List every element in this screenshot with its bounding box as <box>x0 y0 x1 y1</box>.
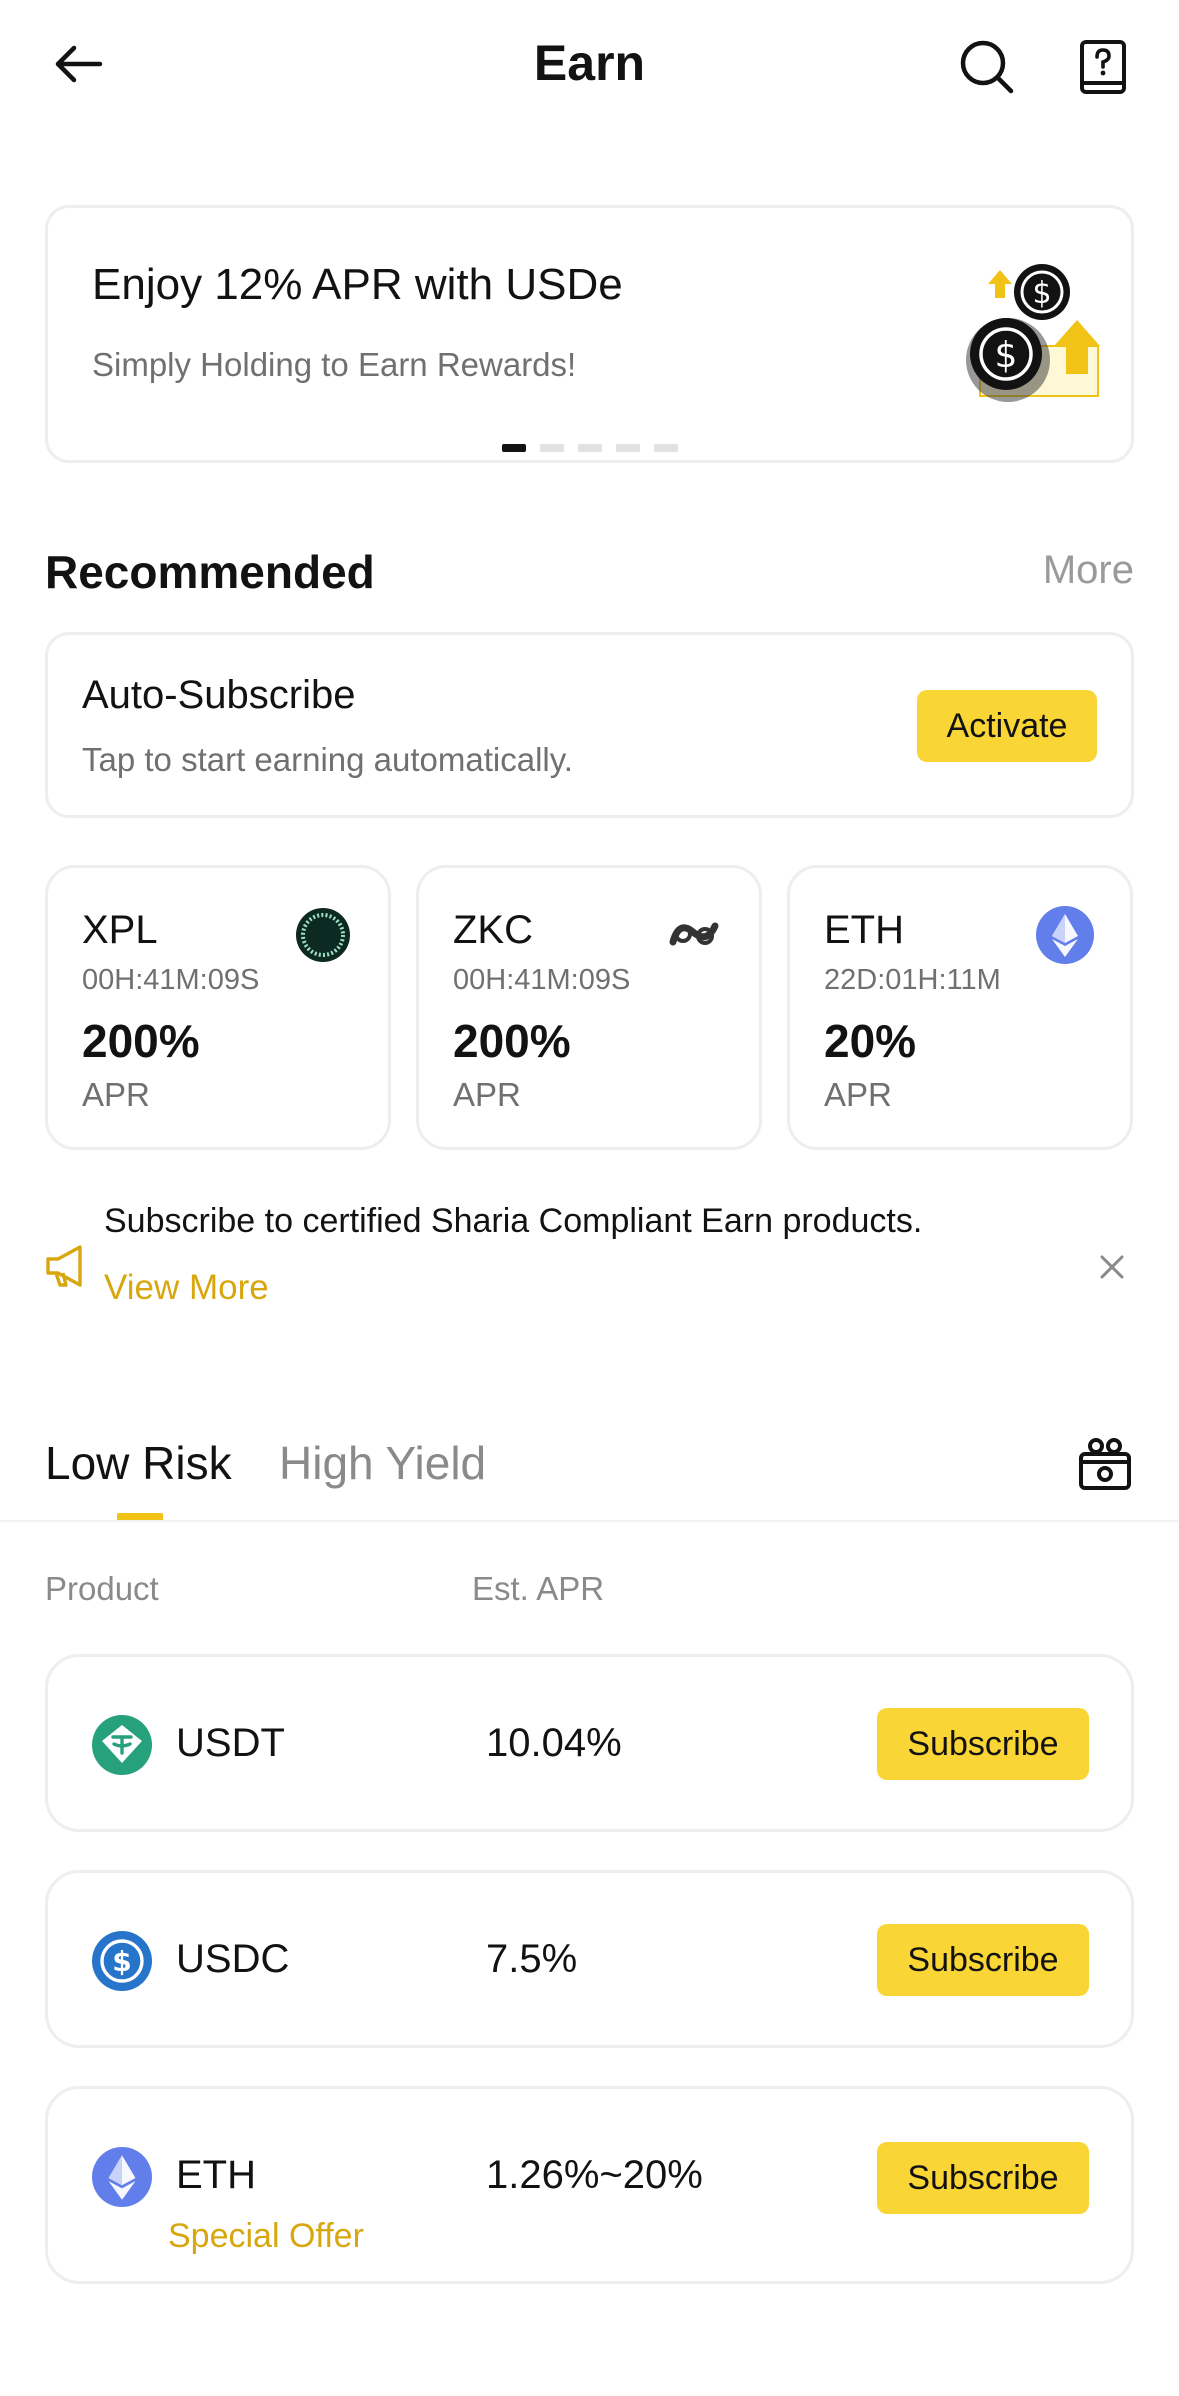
tab-high-yield[interactable]: High Yield <box>279 1436 486 1490</box>
coin-apr-label: APR <box>453 1076 521 1113</box>
search-icon <box>960 40 1014 94</box>
usdc-icon: $ <box>92 1931 152 1991</box>
coin-apr-label: APR <box>824 1076 892 1113</box>
coin-timer: 00H:41M:09S <box>453 964 631 996</box>
zkc-icon <box>669 922 719 946</box>
column-header-product: Product <box>45 1570 159 1607</box>
pagination-dot-3[interactable] <box>577 444 602 452</box>
view-more-link[interactable]: View More <box>104 1268 269 1308</box>
close-icon[interactable] <box>1092 1247 1132 1287</box>
help-button[interactable] <box>1068 32 1138 102</box>
coin-timer: 00H:41M:09S <box>82 964 260 996</box>
product-apr: 1.26%~20% <box>486 2153 703 2197</box>
auto-subscribe-card[interactable]: Auto-Subscribe Tap to start earning auto… <box>45 632 1134 818</box>
coin-apr: 20% <box>824 1015 917 1067</box>
pagination-dot-5[interactable] <box>653 444 678 452</box>
svg-text:$: $ <box>995 335 1018 376</box>
coin-apr: 200% <box>82 1015 200 1067</box>
usdt-icon <box>92 1715 152 1775</box>
coin-card-xpl[interactable]: XPL 00H:41M:09S 200% APR <box>45 865 391 1150</box>
column-header-apr: Est. APR <box>472 1570 605 1607</box>
banner-subtitle: Simply Holding to Earn Rewards! <box>92 346 577 383</box>
coin-name: XPL <box>82 908 158 952</box>
subscribe-button[interactable]: Subscribe <box>877 1708 1089 1780</box>
product-name: USDT <box>176 1721 285 1765</box>
pagination-dot-4[interactable] <box>615 444 640 452</box>
product-row-eth[interactable]: ETH 1.26%~20% Subscribe Special Offer <box>45 2086 1134 2284</box>
more-link[interactable]: More <box>1043 548 1134 593</box>
product-apr: 7.5% <box>486 1937 578 1981</box>
coin-name: ZKC <box>453 908 533 952</box>
special-offer-tag: Special Offer <box>168 2217 364 2255</box>
coin-name: ETH <box>824 908 904 952</box>
subscribe-button[interactable]: Subscribe <box>877 2142 1089 2214</box>
gift-icon[interactable] <box>1076 1434 1134 1492</box>
banner-pagination[interactable] <box>48 444 1131 452</box>
auto-subscribe-subtitle: Tap to start earning automatically. <box>82 741 573 778</box>
pagination-dot-1[interactable] <box>501 444 526 452</box>
help-book-icon <box>1080 40 1126 94</box>
product-row-usdc[interactable]: $ USDC 7.5% Subscribe <box>45 1870 1134 2048</box>
eth-icon <box>1036 906 1094 964</box>
section-title-recommended: Recommended <box>45 546 375 598</box>
coin-apr-label: APR <box>82 1076 150 1113</box>
pagination-dot-2[interactable] <box>539 444 564 452</box>
coin-card-zkc[interactable]: ZKC 00H:41M:09S 200% APR <box>416 865 762 1150</box>
sharia-notice-text: Subscribe to certified Sharia Compliant … <box>104 1202 923 1240</box>
product-apr: 10.04% <box>486 1721 622 1765</box>
coin-timer: 22D:01H:11M <box>824 964 1001 996</box>
promo-banner[interactable]: Enjoy 12% APR with USDe Simply Holding t… <box>45 205 1134 463</box>
eth-icon <box>92 2147 152 2207</box>
recommended-coins: XPL 00H:41M:09S 200% APR ZKC 00H:41M:09S… <box>45 865 1134 1150</box>
product-name: USDC <box>176 1937 290 1981</box>
top-bar: Earn <box>0 0 1179 134</box>
tab-divider <box>0 1520 1179 1522</box>
tab-low-risk[interactable]: Low Risk <box>45 1436 232 1490</box>
activate-button[interactable]: Activate <box>917 690 1097 762</box>
auto-subscribe-title: Auto-Subscribe <box>82 673 356 717</box>
product-row-usdt[interactable]: USDT 10.04% Subscribe <box>45 1654 1134 1832</box>
subscribe-button[interactable]: Subscribe <box>877 1924 1089 1996</box>
search-button[interactable] <box>952 32 1022 102</box>
megaphone-icon <box>46 1245 82 1287</box>
svg-text:$: $ <box>112 1945 131 1978</box>
svg-text:$: $ <box>1032 276 1051 311</box>
banner-title: Enjoy 12% APR with USDe <box>92 260 623 309</box>
xpl-icon <box>296 908 350 962</box>
coin-apr: 200% <box>453 1015 571 1067</box>
product-name: ETH <box>176 2153 256 2197</box>
earn-coins-illustration-icon: $ $ <box>966 264 1100 402</box>
coin-card-eth[interactable]: ETH 22D:01H:11M 20% APR <box>787 865 1133 1150</box>
